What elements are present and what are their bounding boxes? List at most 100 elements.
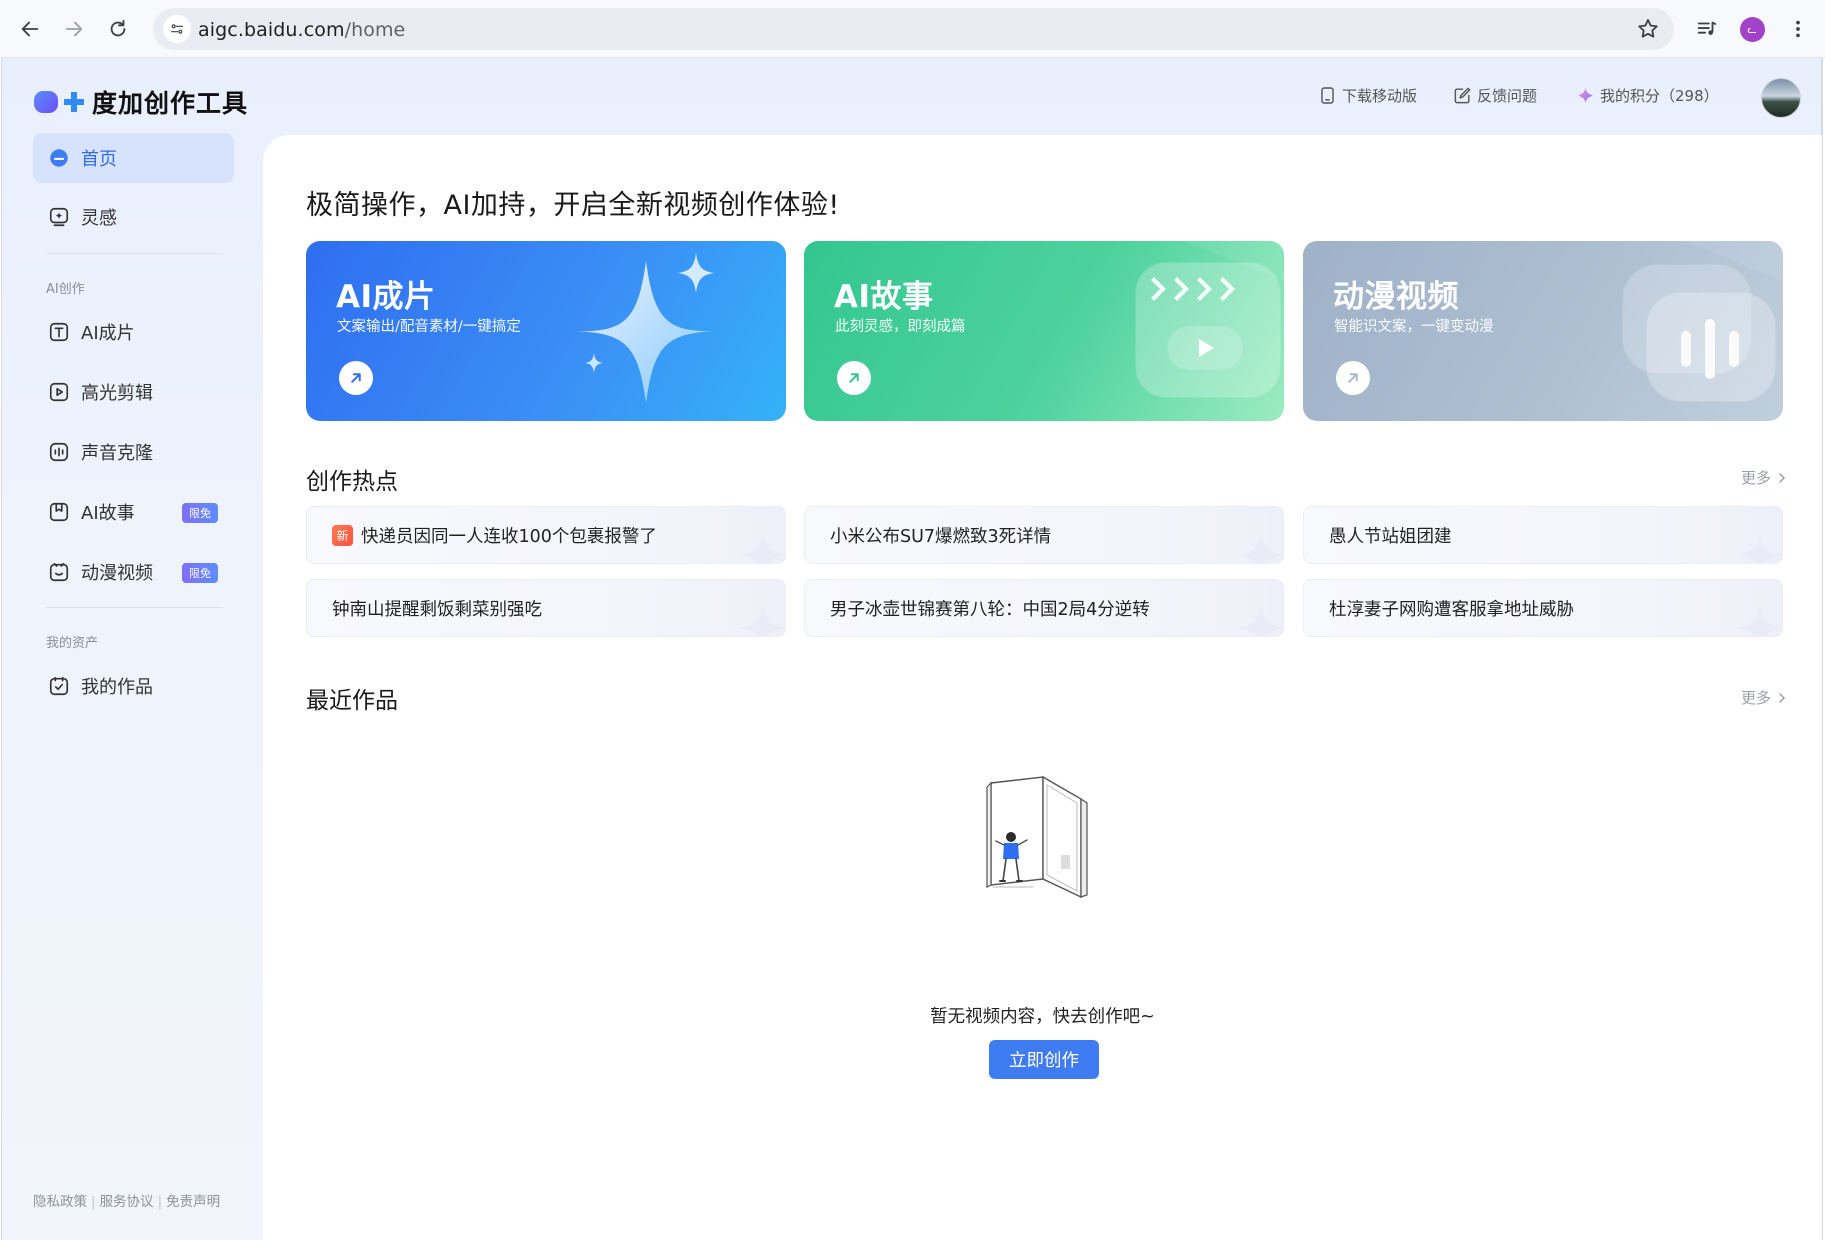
card-title: AI故事 — [834, 279, 934, 315]
hot-topic-item[interactable]: 杜淳妻子网购遭客服拿地址威胁 — [1303, 579, 1783, 637]
decorative-star-icon — [737, 533, 785, 563]
voice-icon — [47, 440, 71, 464]
browser-toolbar: aigc.baidu.com/home ᓚ — [0, 0, 1825, 58]
sidebar-item-voice-clone[interactable]: 声音克隆 — [33, 427, 234, 477]
logo-icon — [34, 89, 86, 115]
profile-initial: ᓚ — [1739, 16, 1765, 42]
media-control-icon[interactable] — [1692, 14, 1722, 44]
decorative-star-icon — [1734, 606, 1782, 636]
edit-icon — [1454, 87, 1471, 104]
points-label: 我的积分（298） — [1600, 87, 1719, 105]
sidebar-label: 高光剪辑 — [81, 383, 153, 404]
free-badge: 限免 — [182, 563, 218, 583]
sidebar-label: 声音克隆 — [81, 443, 153, 464]
my-points-link[interactable]: 我的积分（298） — [1576, 85, 1719, 106]
feedback-link[interactable]: 反馈问题 — [1453, 85, 1537, 106]
text-icon — [47, 320, 71, 344]
sidebar-item-inspiration[interactable]: 灵感 — [33, 192, 234, 242]
arrow-right-icon — [65, 21, 83, 37]
arrow-up-right-icon[interactable] — [1336, 361, 1370, 395]
sidebar-item-ai-film[interactable]: AI成片 — [33, 307, 234, 357]
card-subtitle: 此刻灵感，即刻成篇 — [835, 319, 966, 335]
hot-topic-item[interactable]: 小米公布SU7爆燃致3死详情 — [804, 506, 1284, 564]
more-label: 更多 — [1740, 469, 1771, 487]
user-avatar[interactable] — [1761, 78, 1801, 118]
disclaimer-link[interactable]: 免责声明 — [166, 1194, 220, 1210]
recent-works-title: 最近作品 — [306, 688, 398, 714]
service-agreement-link[interactable]: 服务协议 — [100, 1194, 154, 1210]
arrow-up-right-icon[interactable] — [339, 361, 373, 395]
browser-menu-icon[interactable] — [1783, 14, 1813, 44]
sidebar-label: 灵感 — [81, 208, 117, 229]
empty-state-text: 暂无视频内容，快去创作吧~ — [930, 1007, 1155, 1027]
sidebar-group-ai: AI创作 — [46, 282, 85, 297]
hot-topic-item[interactable]: 愚人节站姐团建 — [1303, 506, 1783, 564]
hot-topic-item[interactable]: 钟南山提醒剩饭剩菜别强吃 — [306, 579, 786, 637]
forward-button[interactable] — [54, 10, 94, 48]
audio-bubble-icon — [1622, 241, 1783, 402]
hot-topic-text: 杜淳妻子网购遭客服拿地址威胁 — [1329, 599, 1574, 620]
card-subtitle: 智能识文案，一键变动漫 — [1334, 319, 1494, 335]
anime-icon — [47, 560, 71, 584]
bookmark-star-icon[interactable] — [1636, 17, 1660, 41]
empty-book-illustration — [986, 775, 1088, 899]
hot-topic-text: 钟南山提醒剩饭剩菜别强吃 — [332, 599, 542, 620]
brand-name: 度加创作工具 — [92, 89, 249, 118]
url-text: aigc.baidu.com/home — [198, 19, 406, 41]
video-play-icon — [1135, 241, 1284, 398]
card-anime-video[interactable]: 动漫视频 智能识文案，一键变动漫 — [1303, 241, 1783, 421]
home-icon — [47, 146, 71, 170]
sparkle-icon — [1578, 87, 1593, 104]
sidebar-divider — [46, 607, 222, 608]
more-label: 更多 — [1740, 689, 1771, 707]
new-badge: 新 — [332, 524, 353, 546]
chevron-right-icon — [1779, 472, 1786, 483]
hot-topic-text: 愚人节站姐团建 — [1329, 526, 1452, 547]
sidebar-item-highlight-edit[interactable]: 高光剪辑 — [33, 367, 234, 417]
reload-button[interactable] — [98, 10, 138, 48]
back-button[interactable] — [10, 10, 50, 48]
address-bar[interactable]: aigc.baidu.com/home — [153, 8, 1674, 50]
create-now-button[interactable]: 立即创作 — [989, 1040, 1099, 1079]
hot-topic-item[interactable]: 男子冰壶世锦赛第八轮：中国2局4分逆转 — [804, 579, 1284, 637]
sidebar-item-ai-story[interactable]: AI故事 限免 — [33, 487, 234, 537]
arrow-up-right-icon[interactable] — [837, 361, 871, 395]
sidebar-item-home[interactable]: 首页 — [33, 133, 234, 183]
hot-topics-title: 创作热点 — [306, 469, 398, 495]
download-app-link[interactable]: 下载移动版 — [1318, 85, 1417, 106]
sidebar-label: AI故事 — [81, 503, 135, 524]
feedback-label: 反馈问题 — [1477, 87, 1538, 105]
hot-topics-more-link[interactable]: 更多 — [1741, 467, 1788, 488]
main-panel: 极简操作，AI加持，开启全新视频创作体验! AI成片 文案输出/配音素材/一键搞… — [263, 135, 1822, 1240]
play-square-icon — [47, 380, 71, 404]
privacy-policy-link[interactable]: 隐私政策 — [33, 1194, 87, 1210]
hot-topic-item[interactable]: 新 快递员因同一人连收100个包裹报警了 — [306, 506, 786, 564]
profile-avatar[interactable]: ᓚ — [1737, 14, 1767, 44]
card-title: 动漫视频 — [1333, 279, 1459, 315]
phone-icon — [1321, 87, 1334, 104]
hot-topic-text: 男子冰壶世锦赛第八轮：中国2局4分逆转 — [830, 599, 1150, 620]
card-title: AI成片 — [336, 279, 436, 315]
hot-topic-text: 快递员因同一人连收100个包裹报警了 — [361, 526, 657, 547]
sparkle-star-icon — [574, 253, 718, 403]
page-title: 极简操作，AI加持，开启全新视频创作体验! — [306, 190, 840, 221]
arrow-left-icon — [21, 21, 39, 37]
card-ai-film[interactable]: AI成片 文案输出/配音素材/一键搞定 — [306, 241, 786, 421]
sidebar-label: AI成片 — [81, 323, 135, 344]
chevron-right-icon — [1779, 692, 1786, 703]
brand-logo[interactable]: 度加创作工具 — [34, 84, 248, 120]
card-subtitle: 文案输出/配音素材/一键搞定 — [337, 319, 521, 335]
recent-works-more-link[interactable]: 更多 — [1741, 687, 1788, 708]
sidebar-item-anime-video[interactable]: 动漫视频 限免 — [33, 547, 234, 597]
sidebar-item-my-works[interactable]: 我的作品 — [33, 661, 234, 711]
free-badge: 限免 — [182, 503, 218, 523]
site-settings-icon[interactable] — [163, 15, 191, 43]
sidebar-footer: 隐私政策 | 服务协议 | 免责声明 — [33, 1194, 221, 1210]
card-ai-story[interactable]: AI故事 此刻灵感，即刻成篇 — [804, 241, 1284, 421]
works-icon — [47, 674, 71, 698]
page: 度加创作工具 下载移动版 反馈问题 我的积分（298） 首页 灵感 AI创作 A… — [1, 58, 1823, 1240]
inspiration-icon — [47, 205, 71, 229]
sidebar-label: 我的作品 — [81, 677, 153, 698]
sidebar-label: 动漫视频 — [81, 563, 153, 584]
decorative-star-icon — [1734, 533, 1782, 563]
